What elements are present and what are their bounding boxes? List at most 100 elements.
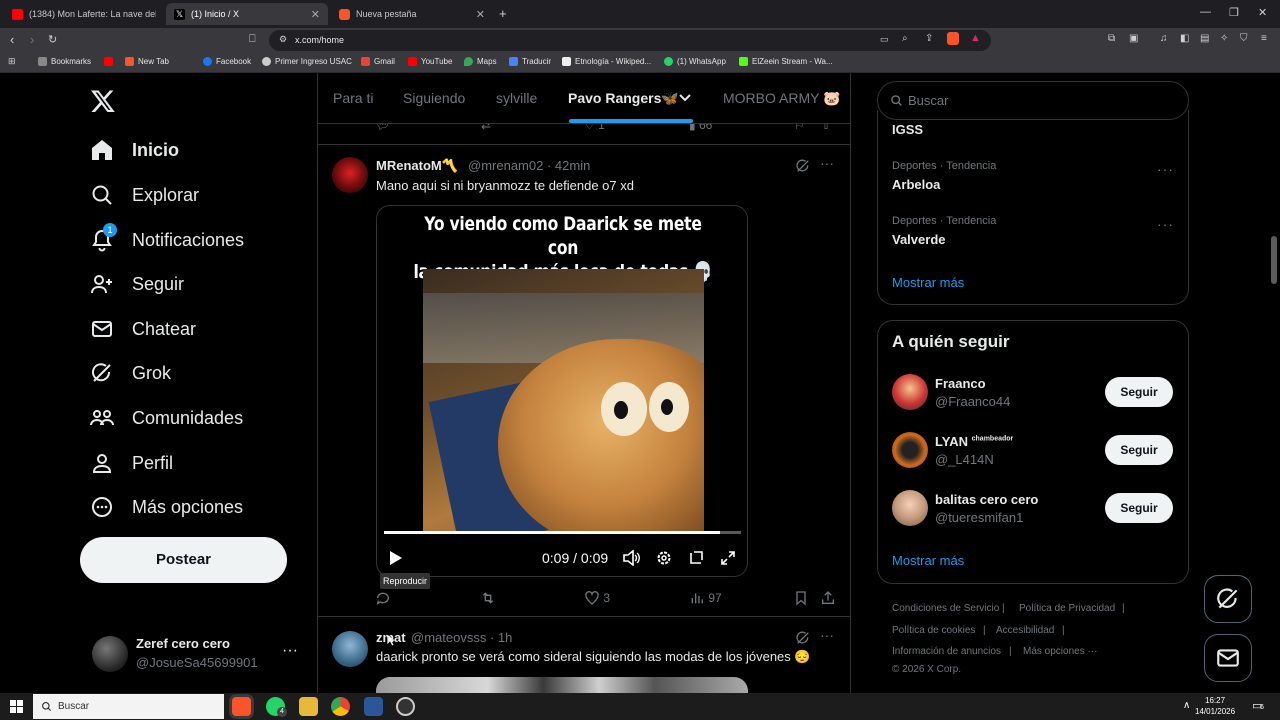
nav-profile[interactable]: Perfil xyxy=(88,443,173,483)
brave-taskbar-icon[interactable] xyxy=(232,697,251,716)
video-player[interactable]: Yo viendo como Daarick se mete con la co… xyxy=(376,205,748,577)
forward-icon[interactable]: › xyxy=(30,32,34,47)
reply-button[interactable] xyxy=(375,588,391,608)
views-button[interactable]: ▮ 66 xyxy=(689,124,712,135)
tweet-media-preview[interactable] xyxy=(376,677,748,693)
brave-rewards-icon[interactable]: ▲ xyxy=(970,32,981,44)
tab-sylville[interactable]: sylville xyxy=(496,90,537,106)
views-button[interactable]: 97 xyxy=(689,588,722,608)
whatsapp-taskbar-icon[interactable]: 4 xyxy=(266,697,287,717)
brave-shields-icon[interactable] xyxy=(947,32,959,45)
back-icon[interactable]: ‹ xyxy=(10,32,14,47)
tweet-author-handle[interactable]: @mateovsss · 1h xyxy=(411,630,512,645)
sidebar-toggle-icon[interactable]: ◧ xyxy=(1180,33,1189,44)
footer-link[interactable]: Más opciones ··· xyxy=(1023,646,1097,657)
reload-icon[interactable]: ↻ xyxy=(48,33,57,46)
footer-link[interactable]: Política de Privacidad xyxy=(1019,603,1115,614)
bookmark-item[interactable]: New Tab xyxy=(125,57,169,66)
grok-icon[interactable] xyxy=(795,158,811,174)
footer-link[interactable]: Política de cookies xyxy=(892,625,975,636)
footer-link[interactable]: Condiciones de Servicio xyxy=(892,603,999,614)
leo-icon[interactable]: ✧ xyxy=(1220,33,1228,44)
site-info-icon[interactable]: ⚙ xyxy=(279,34,287,45)
footer-link[interactable]: Accesibilidad xyxy=(996,625,1054,636)
minimize-icon[interactable]: — xyxy=(1200,6,1211,18)
bookmark-item[interactable] xyxy=(104,57,117,66)
bookmark-item[interactable]: Etnología - Wikiped... xyxy=(562,57,651,66)
trend-item[interactable]: IGSS xyxy=(892,122,923,137)
settings-icon[interactable] xyxy=(656,550,672,566)
like-button[interactable]: ♡ 1 xyxy=(584,124,605,135)
chrome-taskbar-icon[interactable] xyxy=(331,697,350,716)
avatar[interactable] xyxy=(332,157,368,193)
reply-icon[interactable]: 💬︎ xyxy=(375,124,390,135)
tweet-author-name[interactable]: MRenatoM〽️ xyxy=(376,158,458,174)
screenshot-icon[interactable]: ▣ xyxy=(1129,33,1138,44)
follow-suggestion-name[interactable]: LYAN chambeador xyxy=(935,434,1013,449)
close-tab-icon[interactable]: ✕ xyxy=(476,8,485,21)
nav-grok[interactable]: Grok xyxy=(88,353,171,393)
obs-taskbar-icon[interactable] xyxy=(396,697,415,716)
grok-icon[interactable] xyxy=(795,630,811,646)
browser-tab-youtube[interactable]: (1384) Mon Laferte: La nave del olvid xyxy=(4,3,164,25)
extensions-icon[interactable]: ⧉ xyxy=(1108,33,1115,44)
bookmark-item[interactable]: Maps xyxy=(464,57,497,66)
cast-icon[interactable]: ▭ xyxy=(880,34,889,45)
bookmark-button[interactable] xyxy=(793,588,809,608)
tab-pavo-rangers[interactable]: Pavo Rangers🦋 xyxy=(568,90,679,107)
follow-suggestion-name[interactable]: Fraanco xyxy=(935,376,986,391)
nav-follow[interactable]: Seguir xyxy=(88,264,184,304)
bookmark-icon[interactable]: ⚐ xyxy=(794,124,805,135)
show-more-trends-link[interactable]: Mostrar más xyxy=(892,275,964,290)
more-dots-icon[interactable]: ··· xyxy=(820,155,834,171)
follow-button[interactable]: Seguir xyxy=(1105,377,1173,407)
vpn-icon[interactable]: ⛉ xyxy=(1240,33,1248,44)
x-logo-icon[interactable] xyxy=(90,88,116,114)
like-button[interactable]: 3 xyxy=(584,588,610,608)
share-button[interactable] xyxy=(820,588,836,608)
close-tab-icon[interactable]: ✕ xyxy=(311,8,320,21)
avatar[interactable] xyxy=(332,631,368,667)
taskbar-search[interactable]: Buscar xyxy=(33,694,224,719)
retweet-icon[interactable]: ⇄ xyxy=(481,124,491,135)
page-scrollbar[interactable] xyxy=(1271,236,1277,284)
nav-more[interactable]: Más opciones xyxy=(88,487,243,527)
avatar[interactable] xyxy=(892,374,928,410)
tweet-author-handle[interactable]: @mrenam02 · 42min xyxy=(468,158,590,173)
apps-grid-icon[interactable]: ⊞ xyxy=(8,56,16,67)
maximize-icon[interactable]: ❐ xyxy=(1229,6,1239,19)
fullscreen-icon[interactable] xyxy=(720,550,736,566)
grok-fab[interactable] xyxy=(1204,575,1252,623)
bookmark-item[interactable]: (1) WhatsApp xyxy=(664,57,726,66)
share-icon[interactable]: ⇪ xyxy=(925,33,933,44)
browser-tab-new[interactable]: Nueva pestaña ✕ xyxy=(331,3,493,25)
taskbar-clock[interactable]: 16:27 14/01/2026 xyxy=(1195,695,1235,717)
bookmark-item[interactable]: Traducir xyxy=(509,57,551,66)
bookmark-item[interactable]: Gmail xyxy=(361,57,395,66)
close-window-icon[interactable]: ✕ xyxy=(1258,6,1267,19)
avatar[interactable] xyxy=(892,432,928,468)
show-more-follow-link[interactable]: Mostrar más xyxy=(892,553,964,568)
post-button[interactable]: Postear xyxy=(80,537,287,583)
nav-explore[interactable]: Explorar xyxy=(88,175,199,215)
footer-link[interactable]: Información de anuncios xyxy=(892,646,1001,657)
bookmark-item[interactable]: Bookmarks xyxy=(38,57,91,66)
tab-following[interactable]: Siguiendo xyxy=(403,90,465,106)
zoom-icon[interactable]: ⌕ xyxy=(902,33,908,44)
avatar[interactable] xyxy=(892,490,928,526)
wallet-icon[interactable]: ▤ xyxy=(1200,33,1209,44)
trend-item[interactable]: Arbeloa xyxy=(892,177,940,192)
browser-tab-x[interactable]: 𝕏 (1) Inicio / X ✕ xyxy=(166,3,328,25)
nav-communities[interactable]: Comunidades xyxy=(88,398,243,438)
menu-icon[interactable]: ≡ xyxy=(1261,33,1267,44)
volume-icon[interactable] xyxy=(623,550,641,566)
tweet[interactable]: zmat @mateovsss · 1h ··· daarick pronto … xyxy=(318,617,850,693)
more-dots-icon[interactable]: ··· xyxy=(1157,161,1174,177)
share-icon[interactable]: ⇧ xyxy=(821,124,831,135)
more-dots-icon[interactable]: ··· xyxy=(1157,216,1174,232)
chevron-down-icon[interactable] xyxy=(678,90,692,104)
chevron-up-icon[interactable]: ∧ xyxy=(1183,700,1190,711)
tweet-author-name[interactable]: zmat xyxy=(376,630,406,645)
nav-notifications[interactable]: 1 Notificaciones xyxy=(88,220,244,260)
messages-fab[interactable] xyxy=(1204,634,1252,682)
